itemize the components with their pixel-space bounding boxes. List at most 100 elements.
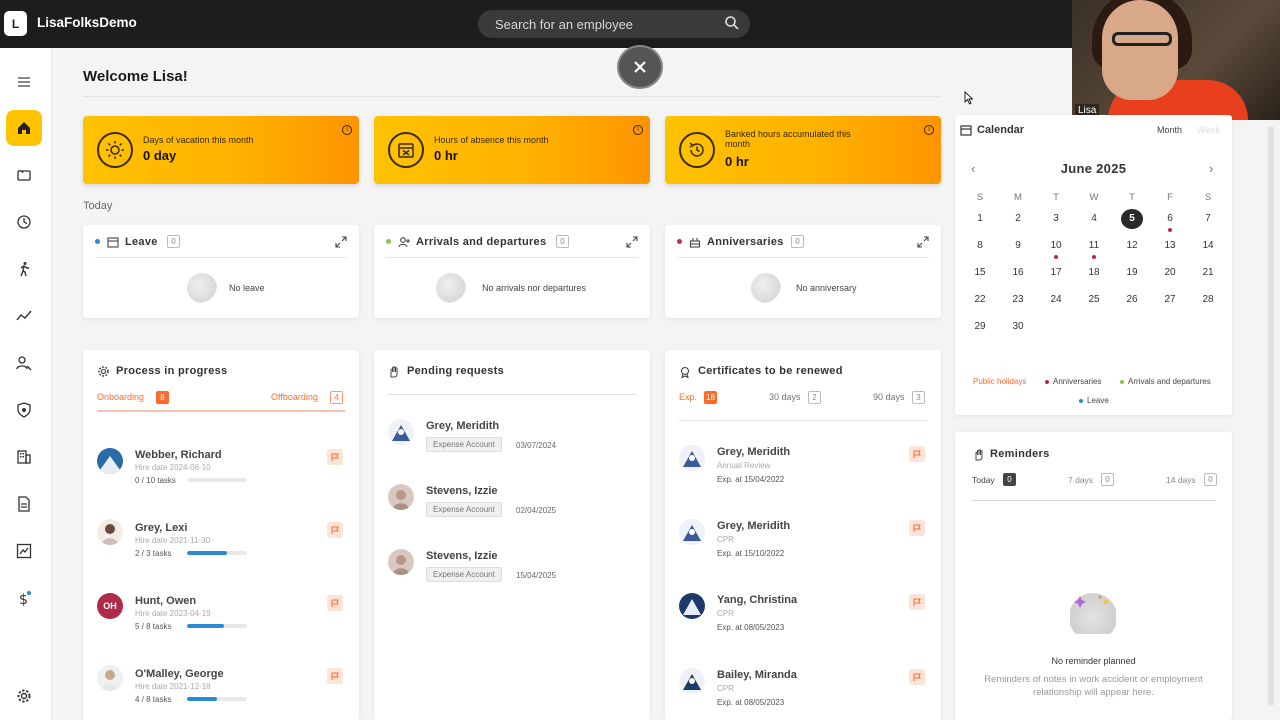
search-icon[interactable] [724, 15, 740, 36]
calendar-day[interactable]: 13 [1159, 236, 1181, 256]
calendar-day[interactable]: 19 [1121, 263, 1143, 283]
calendar-day[interactable]: 18 [1083, 263, 1105, 283]
calendar-day[interactable]: 20 [1159, 263, 1181, 283]
dollar-icon: $ [19, 591, 31, 606]
calendar-day[interactable]: 29 [969, 317, 991, 337]
calendar-day[interactable]: 5 [1121, 209, 1143, 229]
tab-30-days[interactable]: 30 days [769, 392, 801, 402]
close-button[interactable] [617, 45, 663, 89]
calendar-day[interactable]: 6 [1159, 209, 1181, 229]
tab-month[interactable]: Month [1157, 125, 1182, 135]
list-item[interactable]: O'Malley, George Hire date 2021-12-18 4 … [83, 661, 359, 720]
info-icon[interactable]: i [633, 125, 643, 135]
sidebar-item-recruiting[interactable] [6, 345, 42, 381]
calendar-day[interactable]: 3 [1045, 209, 1067, 229]
calendar-day[interactable]: 26 [1121, 290, 1143, 310]
flag-icon[interactable] [909, 446, 925, 462]
flag-icon[interactable] [327, 449, 343, 465]
calendar-day[interactable]: 12 [1121, 236, 1143, 256]
sidebar-item-performance[interactable] [6, 298, 42, 334]
calendar-day[interactable]: 7 [1197, 209, 1219, 229]
sidebar-item-payroll[interactable]: $ [6, 580, 42, 616]
divider [679, 420, 927, 421]
card-pending-requests: Pending requests Grey, Meridith Expense … [374, 350, 650, 720]
sidebar-item-settings[interactable] [6, 678, 42, 714]
sidebar-item-activity[interactable] [6, 251, 42, 287]
scrollbar[interactable] [1268, 126, 1274, 706]
calendar-day[interactable]: 11 [1083, 236, 1105, 256]
tab-week[interactable]: Week [1197, 125, 1220, 135]
list-item[interactable]: Webber, Richard Hire date 2024-06-10 0 /… [83, 442, 359, 502]
sidebar-item-home[interactable] [6, 110, 42, 146]
tab-today[interactable]: Today [972, 475, 995, 485]
certificate-name: CPR [717, 609, 734, 618]
sidebar-item-security[interactable] [6, 392, 42, 428]
flag-icon[interactable] [327, 595, 343, 611]
sidebar-item-documents[interactable] [6, 486, 42, 522]
divider [83, 96, 940, 97]
tab-onboarding[interactable]: Onboarding [97, 392, 144, 402]
calendar-day[interactable]: 21 [1197, 263, 1219, 283]
calendar-day[interactable]: 22 [969, 290, 991, 310]
chevron-right-icon[interactable]: › [1209, 161, 1213, 176]
flag-icon[interactable] [909, 520, 925, 536]
tab-7-days[interactable]: 7 days [1068, 475, 1093, 485]
flag-icon[interactable] [327, 668, 343, 684]
search-input[interactable]: Search for an employee [478, 10, 750, 38]
calendar-day[interactable]: 2 [1007, 209, 1029, 229]
tab-expired[interactable]: Exp. [679, 392, 697, 402]
employee-name: Bailey, Miranda [717, 669, 797, 681]
list-item[interactable]: Bailey, Miranda CPR Exp. at 08/05/2023 [665, 665, 941, 720]
sidebar-item-organization[interactable] [6, 439, 42, 475]
trend-icon [16, 310, 32, 321]
calendar-day[interactable]: 8 [969, 236, 991, 256]
calendar-day[interactable]: 27 [1159, 290, 1181, 310]
tab-offboarding[interactable]: Offboarding [271, 392, 318, 402]
calendar-day[interactable]: 17 [1045, 263, 1067, 283]
calendar-day[interactable]: 30 [1007, 317, 1029, 337]
list-item[interactable]: Grey, Meridith CPR Exp. at 15/10/2022 [665, 516, 941, 576]
info-icon[interactable]: i [342, 125, 352, 135]
expand-icon[interactable] [335, 235, 347, 253]
calendar-day[interactable]: 28 [1197, 290, 1219, 310]
list-item[interactable]: Grey, Meridith Annual Review Exp. at 15/… [665, 442, 941, 502]
list-item[interactable]: Stevens, Izzie Expense Account 15/04/202… [374, 546, 650, 606]
list-item[interactable]: Grey, Meridith Expense Account 03/07/202… [374, 416, 650, 476]
calendar-day[interactable]: 16 [1007, 263, 1029, 283]
expand-icon[interactable] [626, 235, 638, 253]
flag-icon[interactable] [909, 669, 925, 685]
sidebar-item-folders[interactable] [6, 157, 42, 193]
app-logo[interactable]: L [4, 11, 27, 36]
calendar-day[interactable]: 25 [1083, 290, 1105, 310]
legend-public-holidays: Public holidays [973, 377, 1027, 386]
list-item[interactable]: OH Hunt, Owen Hire date 2023-04-19 5 / 8… [83, 588, 359, 648]
calendar-day[interactable]: 23 [1007, 290, 1029, 310]
calendar-day[interactable]: 24 [1045, 290, 1067, 310]
sidebar-item-reports[interactable] [6, 533, 42, 569]
sidebar-item-time[interactable] [6, 204, 42, 240]
flag-icon[interactable] [327, 522, 343, 538]
calendar-day[interactable]: 14 [1197, 236, 1219, 256]
calendar-day[interactable]: 9 [1007, 236, 1029, 256]
employee-name: Webber, Richard [135, 449, 222, 461]
expand-icon[interactable] [917, 235, 929, 253]
calendar-icon [960, 123, 972, 141]
list-item[interactable]: Grey, Lexi Hire date 2021-11-30 2 / 3 ta… [83, 515, 359, 575]
progress-bar [187, 697, 247, 701]
flag-icon[interactable] [909, 594, 925, 610]
empty-state-text: No arrivals nor departures [482, 283, 587, 293]
info-icon[interactable]: i [924, 125, 934, 135]
video-call-overlay: Lisa [1072, 0, 1280, 120]
menu-icon[interactable] [6, 64, 42, 100]
list-item[interactable]: Yang, Christina CPR Exp. at 08/05/2023 [665, 590, 941, 650]
app-name[interactable]: LisaFolksDemo [37, 15, 137, 30]
progress-bar [187, 478, 247, 482]
tab-14-days[interactable]: 14 days [1166, 475, 1196, 485]
calendar-day[interactable]: 4 [1083, 209, 1105, 229]
list-item[interactable]: Stevens, Izzie Expense Account 02/04/202… [374, 481, 650, 541]
task-count: 4 / 8 tasks [135, 695, 172, 704]
calendar-day[interactable]: 10 [1045, 236, 1067, 256]
tab-90-days[interactable]: 90 days [873, 392, 905, 402]
calendar-day[interactable]: 1 [969, 209, 991, 229]
calendar-day[interactable]: 15 [969, 263, 991, 283]
